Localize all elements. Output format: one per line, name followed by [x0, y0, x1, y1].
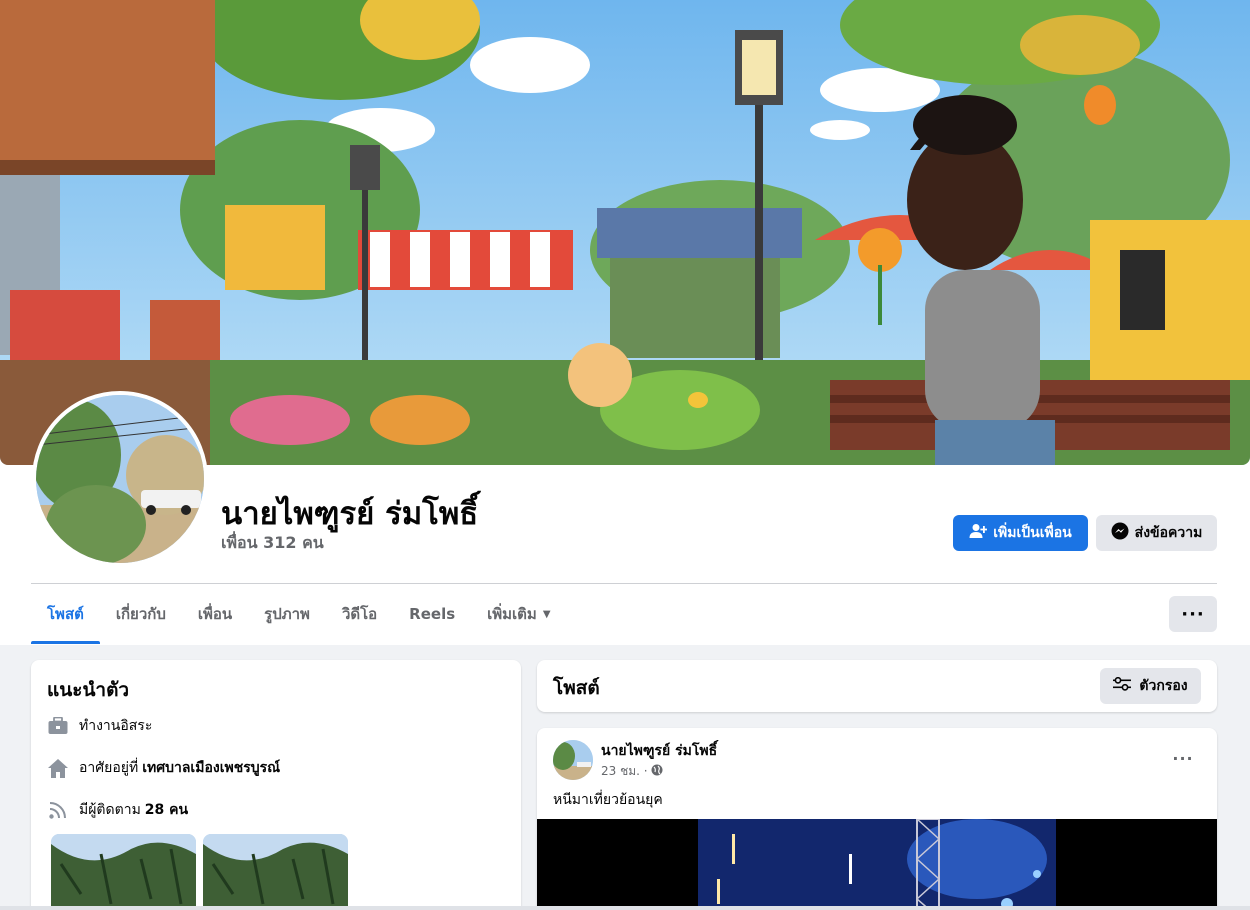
messenger-icon — [1111, 522, 1129, 544]
intro-work-text: ทำงานอิสระ — [79, 718, 153, 734]
intro-lives: อาศัยอยู่ที่ เทศบาลเมืองเพชรบูรณ์ — [47, 756, 280, 780]
intro-followers-count[interactable]: 28 คน — [145, 799, 188, 821]
post-more-button[interactable]: ··· — [1167, 744, 1199, 772]
intro-followers: มีผู้ติดตาม 28 คน — [47, 798, 188, 822]
post-meta: 23 ชม. · — [601, 762, 663, 781]
profile-tabs: โพสต์ เกี่ยวกับ เพื่อน รูปภาพ วิดีโอ Ree… — [31, 584, 567, 644]
tab-label: เพิ่มเติม — [487, 605, 537, 623]
page-bottom-edge — [0, 906, 1250, 910]
featured-photo[interactable] — [51, 834, 196, 910]
filter-label: ตัวกรอง — [1139, 678, 1188, 694]
post-video-frame — [537, 819, 1217, 910]
posts-header-card: โพสต์ ตัวกรอง — [537, 660, 1217, 712]
message-button[interactable]: ส่งข้อความ — [1096, 515, 1217, 551]
add-friend-button[interactable]: เพิ่มเป็นเพื่อน — [953, 515, 1088, 551]
rss-icon — [47, 799, 69, 821]
tab-more[interactable]: เพิ่มเติม ▼ — [471, 584, 566, 644]
intro-followers-prefix: มีผู้ติดตาม — [79, 802, 141, 818]
profile-header: นายไพฑูรย์ ร่มโพธิ์ เพื่อน 312 คน เพิ่มเ… — [0, 0, 1250, 645]
cover-illustration — [0, 0, 1250, 465]
post-avatar-photo — [553, 740, 593, 780]
featured-photo-image — [203, 834, 348, 910]
sliders-icon — [1113, 676, 1132, 695]
globe-icon — [651, 764, 663, 779]
avatar-photo — [36, 395, 204, 563]
intro-lives-prefix: อาศัยอยู่ที่ — [79, 760, 139, 776]
tab-videos[interactable]: วิดีโอ — [326, 584, 393, 644]
friends-count[interactable]: เพื่อน 312 คน — [221, 531, 324, 556]
tab-photos[interactable]: รูปภาพ — [248, 584, 326, 644]
tab-posts[interactable]: โพสต์ — [31, 584, 100, 644]
caret-down-icon: ▼ — [542, 608, 551, 620]
featured-photo[interactable] — [203, 834, 348, 910]
profile-avatar[interactable] — [32, 391, 208, 567]
add-friend-label: เพิ่มเป็นเพื่อน — [993, 525, 1072, 541]
tab-friends[interactable]: เพื่อน — [182, 584, 248, 644]
post-text: หนีมาเที่ยวย้อนยุค — [553, 792, 663, 808]
tab-label: Reels — [409, 605, 456, 623]
post-author-avatar[interactable] — [553, 740, 593, 780]
intro-card: แนะนำตัว ทำงานอิสระ อาศัยอยู่ที่ เทศบาลเ… — [31, 660, 521, 910]
briefcase-icon — [47, 715, 69, 737]
home-icon — [47, 757, 69, 779]
posts-title: โพสต์ — [553, 677, 600, 699]
tab-label: เกี่ยวกับ — [115, 605, 166, 623]
intro-lives-place[interactable]: เทศบาลเมืองเพชรบูรณ์ — [142, 757, 280, 779]
tab-label: รูปภาพ — [264, 605, 310, 623]
post-author-name[interactable]: นายไพฑูรย์ ร่มโพธิ์ — [601, 740, 717, 762]
intro-work: ทำงานอิสระ — [47, 714, 152, 738]
intro-title: แนะนำตัว — [47, 679, 130, 701]
add-person-icon — [969, 523, 988, 543]
tab-about[interactable]: เกี่ยวกับ — [100, 584, 182, 644]
featured-photo-image — [51, 834, 196, 910]
tab-label: เพื่อน — [197, 605, 233, 623]
post-card: นายไพฑูรย์ ร่มโพธิ์ 23 ชม. · ··· หนีมาเท… — [537, 728, 1217, 910]
post-video[interactable] — [537, 819, 1217, 910]
post-time[interactable]: 23 ชม. · — [601, 762, 648, 781]
cover-photo[interactable] — [0, 0, 1250, 465]
profile-more-button[interactable]: ··· — [1169, 596, 1217, 632]
tab-label: วิดีโอ — [341, 605, 378, 623]
tab-label: โพสต์ — [47, 605, 84, 623]
message-label: ส่งข้อความ — [1134, 525, 1203, 541]
tab-reels[interactable]: Reels — [393, 584, 471, 644]
filter-button[interactable]: ตัวกรอง — [1100, 668, 1201, 704]
